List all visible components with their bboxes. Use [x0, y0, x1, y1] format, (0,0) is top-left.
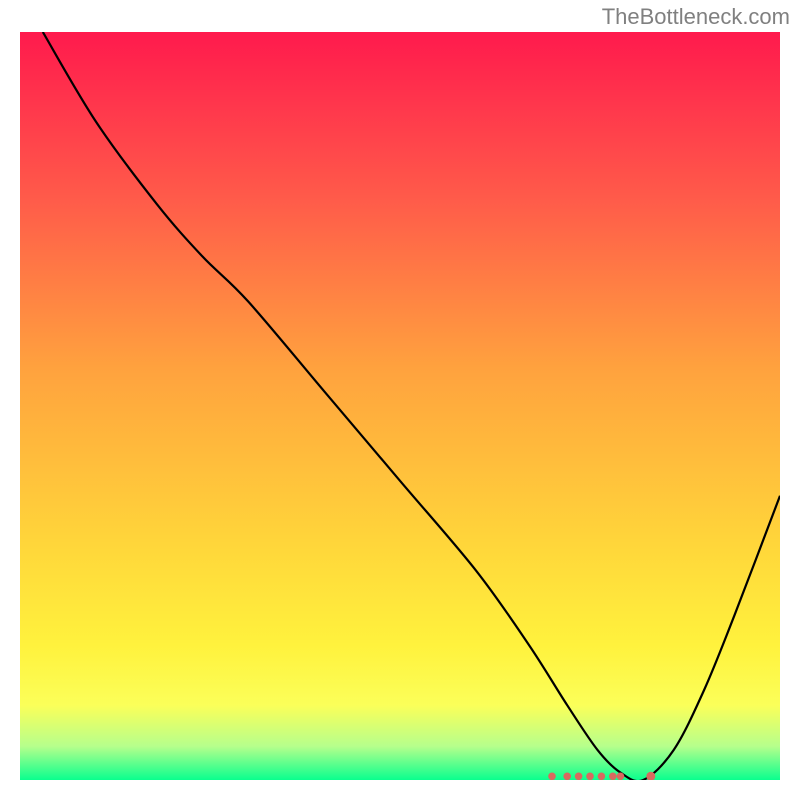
trough-markers: [548, 772, 655, 780]
marker-dot: [548, 772, 556, 780]
bottleneck-curve: [43, 32, 780, 780]
watermark-text: TheBottleneck.com: [602, 4, 790, 30]
marker-dot: [609, 772, 617, 780]
marker-dot: [617, 772, 625, 780]
marker-dot: [575, 772, 583, 780]
marker-dot: [563, 772, 571, 780]
plot-area: [20, 32, 780, 780]
curve-layer: [20, 32, 780, 780]
marker-dot: [598, 772, 606, 780]
marker-dot: [586, 772, 594, 780]
